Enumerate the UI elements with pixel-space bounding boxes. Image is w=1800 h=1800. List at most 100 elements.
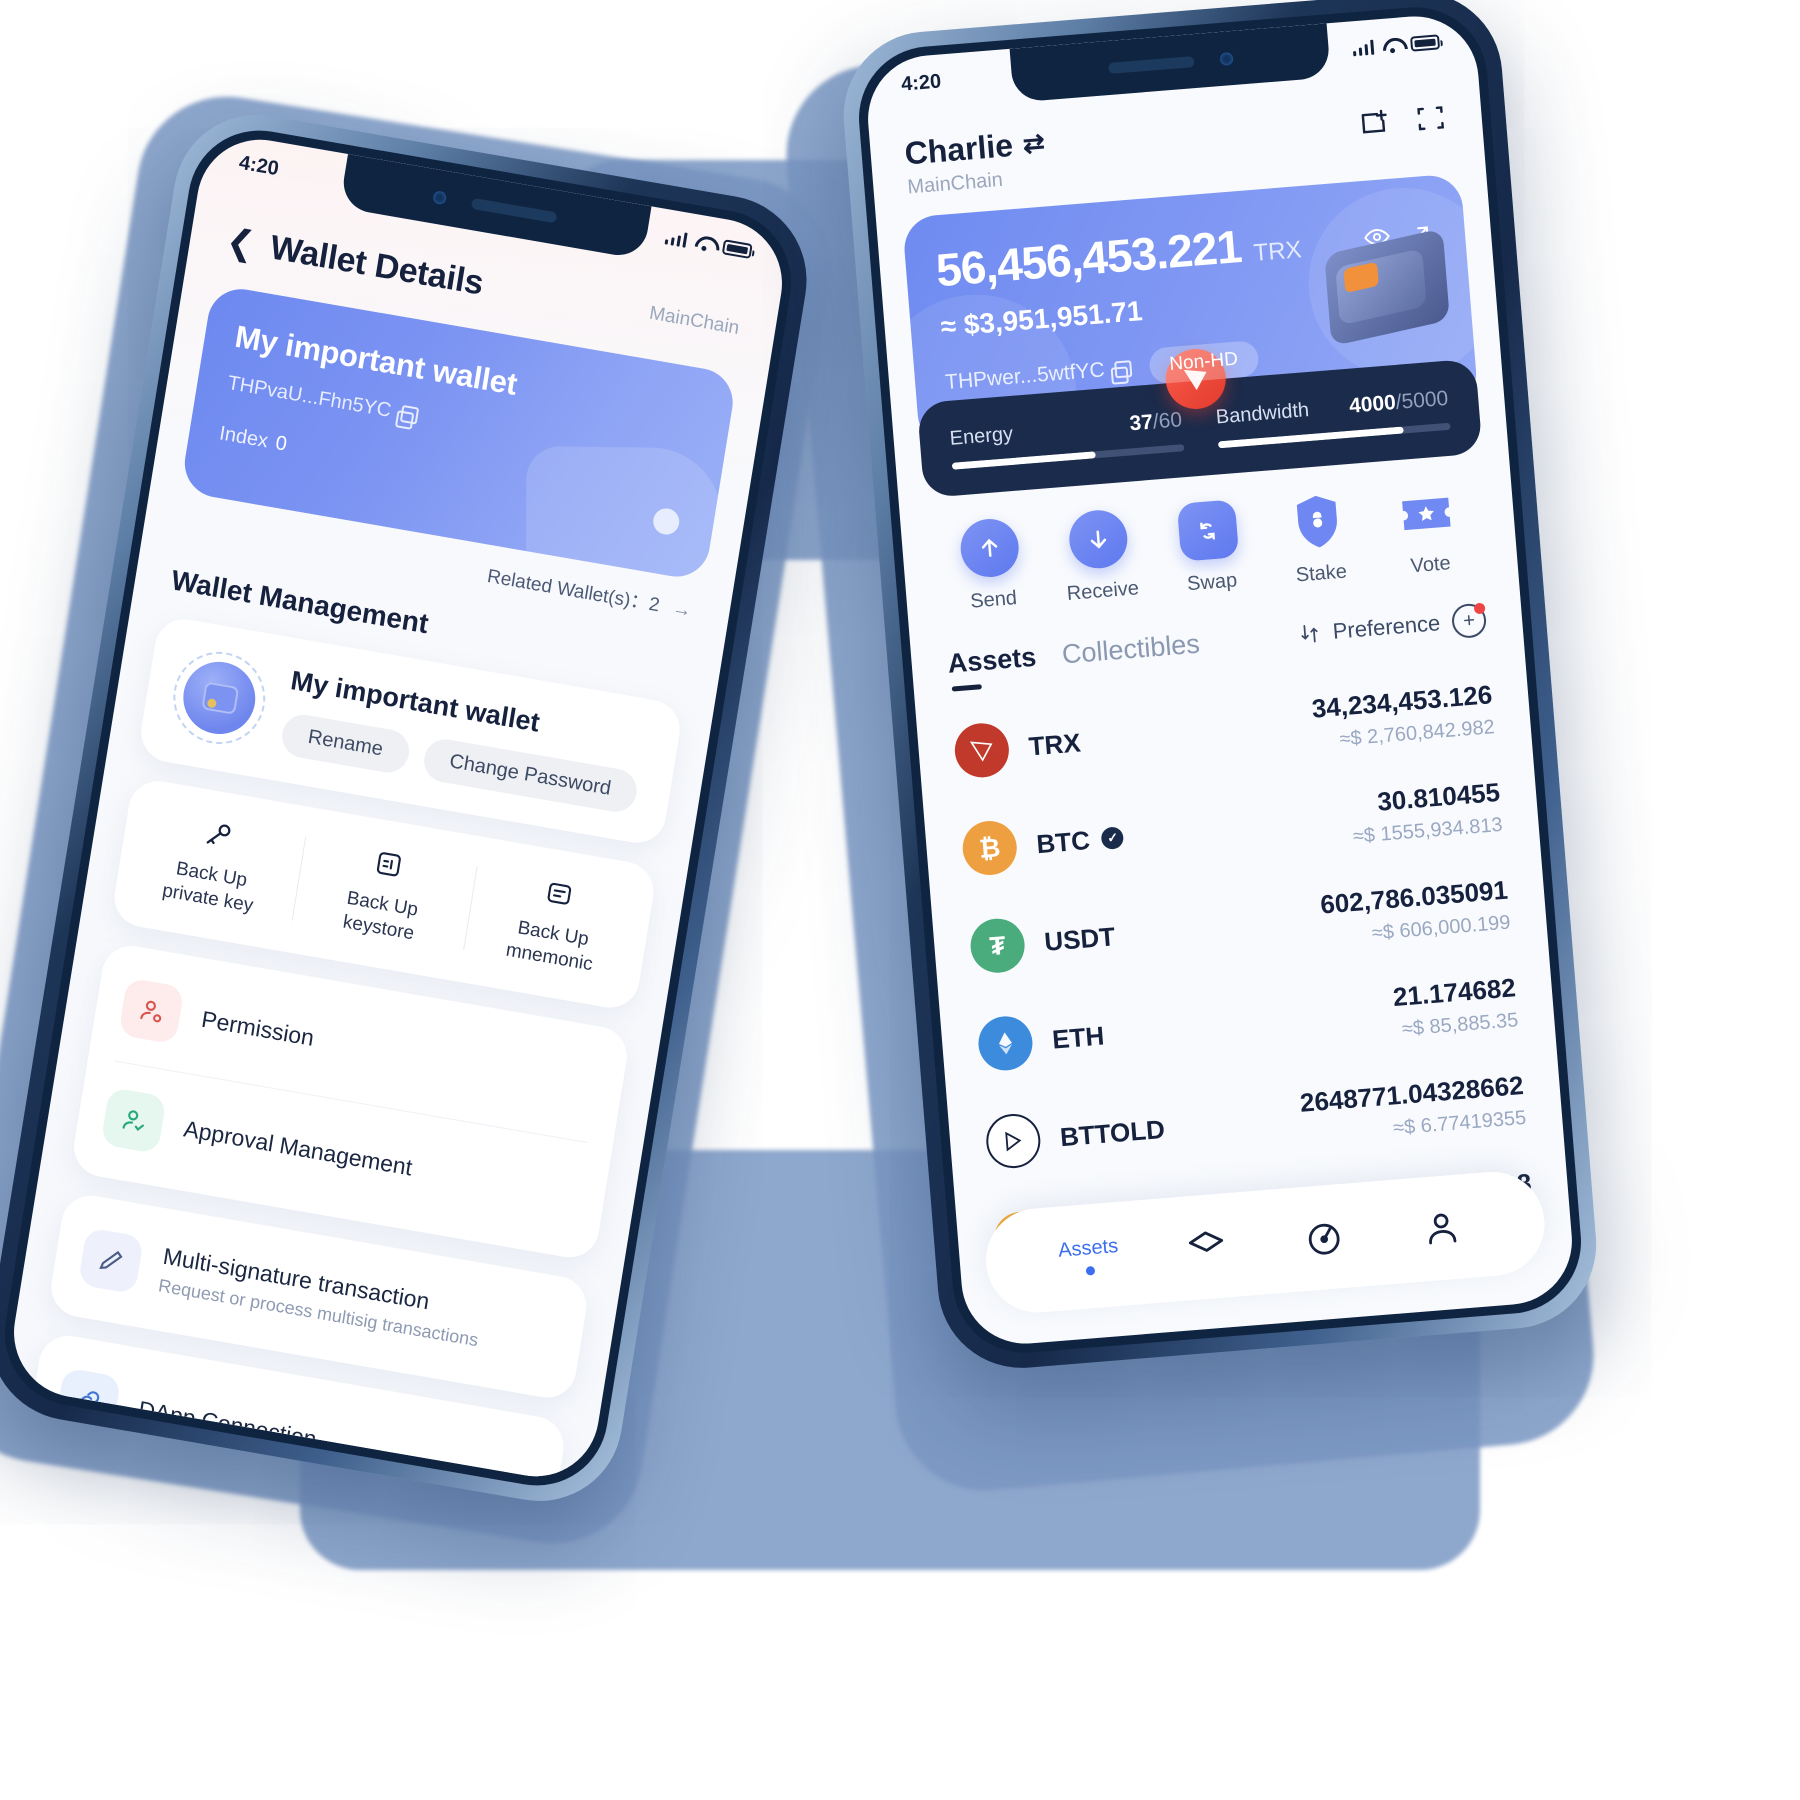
hero-decoration-shape <box>525 445 723 582</box>
front-camera-icon <box>432 189 448 205</box>
wallet-address: THPwer...5wtfYC <box>944 358 1106 395</box>
action-swap[interactable]: Swap <box>1151 497 1268 598</box>
battery-icon <box>1409 33 1441 52</box>
asset-symbol: ETH <box>1051 1019 1106 1055</box>
asset-values: 602,786.035091 ≈$ 606,000.199 <box>1319 875 1511 950</box>
copy-icon[interactable] <box>1113 359 1133 378</box>
swap-arrows-icon <box>1176 499 1240 562</box>
hero-address: THPvaU...Fhn5YC <box>226 371 393 422</box>
header-icons <box>1356 92 1449 141</box>
page-title: Wallet Details <box>267 228 487 303</box>
action-send-label: Send <box>969 587 1018 613</box>
account-switch-icon[interactable]: ⇄ <box>1022 127 1046 160</box>
asset-symbol: USDT <box>1043 920 1117 957</box>
wifi-icon <box>1382 37 1402 52</box>
back-chevron-icon[interactable]: ❮ <box>224 221 258 263</box>
asset-usd: ≈$ 85,885.35 <box>1401 1009 1520 1041</box>
asset-values: 21.174682 ≈$ 85,885.35 <box>1392 972 1519 1042</box>
bandwidth-label: Bandwidth <box>1215 399 1310 429</box>
tab-profile-nav[interactable] <box>1381 1202 1502 1253</box>
account-name-row[interactable]: Charlie ⇄ <box>903 124 1046 172</box>
pencil-sign-icon <box>77 1226 145 1294</box>
verified-check-icon: ✓ <box>1100 826 1125 850</box>
related-wallets-label: Related Wallet(s)：2 <box>485 565 662 617</box>
add-wallet-icon[interactable] <box>1357 104 1394 141</box>
assets-dot-icon <box>1085 1265 1095 1276</box>
asset-values: 30.810455 ≈$ 1555,934.813 <box>1349 777 1503 849</box>
screen-wallet-home: 4:20 Charlie ⇄ MainChain 56,456,453.221 … <box>863 11 1577 1349</box>
copy-icon[interactable] <box>399 404 419 425</box>
status-icons-left <box>664 229 753 259</box>
arrow-down-icon <box>1067 508 1130 571</box>
asset-values: 2648771.04328662 ≈$ 6.77419355 <box>1299 1070 1527 1148</box>
action-vote-label: Vote <box>1409 552 1452 578</box>
add-token-icon[interactable]: + <box>1450 602 1488 640</box>
backup-keystore-button[interactable]: Back Up keystore <box>291 831 477 956</box>
tab-explore-nav[interactable] <box>1264 1212 1385 1263</box>
phone-wallet-home: 4:20 Charlie ⇄ MainChain 56,456,453.221 … <box>837 0 1603 1375</box>
earpiece-speaker <box>471 197 558 223</box>
action-send[interactable]: Send <box>933 515 1050 616</box>
status-icons-right <box>1352 33 1441 56</box>
tab-assets[interactable]: Assets <box>947 642 1038 680</box>
index-value: 0 <box>273 432 289 456</box>
tab-collectibles[interactable]: Collectibles <box>1061 629 1201 671</box>
bandwidth-used: 4000 <box>1348 391 1397 418</box>
action-receive-label: Receive <box>1065 577 1140 605</box>
backup-mnemonic-button[interactable]: Back Up mnemonic <box>462 860 648 985</box>
balance-amount: 56,456,453.221 <box>934 219 1244 297</box>
rename-button[interactable]: Rename <box>279 711 412 776</box>
battery-icon <box>721 238 753 259</box>
resource-bandwidth[interactable]: Bandwidth 4000/5000 <box>1215 387 1451 449</box>
action-swap-label: Swap <box>1186 569 1238 596</box>
chain-label[interactable]: MainChain <box>648 302 741 339</box>
asset-symbol: TRX <box>1027 726 1082 762</box>
energy-total: 60 <box>1157 408 1183 434</box>
action-stake[interactable]: Stake <box>1260 488 1377 589</box>
cellular-bars-icon <box>1352 39 1375 56</box>
asset-symbol: BTTOLD <box>1058 1113 1166 1152</box>
wifi-icon <box>694 234 715 251</box>
asset-amount: 21.174682 <box>1391 972 1517 1013</box>
tab-assets-nav[interactable]: Assets <box>1028 1233 1149 1280</box>
tab-layers-nav[interactable] <box>1146 1221 1267 1272</box>
bandwidth-value: 4000/5000 <box>1348 386 1450 418</box>
layers-icon <box>1188 1231 1224 1252</box>
action-stake-label: Stake <box>1294 560 1348 587</box>
arrow-up-icon <box>958 516 1021 580</box>
scan-qr-icon[interactable] <box>1412 100 1449 137</box>
avatar-coin-dot <box>206 698 218 709</box>
wallet-identity-info: My important wallet Rename Change Passwo… <box>279 665 654 816</box>
backup-private-key-button[interactable]: Back Up private key <box>120 801 306 926</box>
tether-icon: ₮ <box>968 916 1027 975</box>
index-label: Index <box>217 422 270 453</box>
resource-energy[interactable]: Energy 37/60 <box>949 408 1185 470</box>
bandwidth-track <box>1217 422 1451 449</box>
tron-logo-icon <box>952 721 1011 780</box>
cellular-bars-icon <box>664 229 688 248</box>
wallet-avatar-icon <box>166 644 272 752</box>
status-time: 4:20 <box>237 151 281 180</box>
asset-usd: ≈$ 1555,934.813 <box>1352 813 1504 848</box>
sort-arrows-icon <box>1301 624 1318 643</box>
explore-compass-icon <box>1308 1223 1340 1255</box>
chevron-right-icon: → <box>670 597 693 622</box>
tab-assets-label: Assets <box>1057 1235 1119 1262</box>
status-time: 4:20 <box>900 69 942 96</box>
shield-lock-icon <box>1286 490 1348 552</box>
bittorrent-icon <box>984 1111 1043 1171</box>
wallet-3d-icon <box>1324 228 1451 347</box>
energy-fill <box>951 451 1097 470</box>
energy-label: Energy <box>948 422 1014 450</box>
asset-symbol: BTC <box>1035 824 1092 859</box>
account-block[interactable]: Charlie ⇄ MainChain <box>903 124 1048 199</box>
profile-person-icon <box>1429 1213 1457 1245</box>
approval-user-check-icon <box>100 1086 167 1154</box>
wallet-home-content: Charlie ⇄ MainChain 56,456,453.221 TRX ≈… <box>863 12 1577 1349</box>
action-vote[interactable]: Vote <box>1369 480 1486 581</box>
action-receive[interactable]: Receive <box>1042 506 1159 607</box>
asset-symbol-row: BTC ✓ <box>1035 822 1125 860</box>
screenshot-stage: 4:20 ❮ Wallet Details MainChain My impor… <box>0 0 1800 1800</box>
preference-label: Preference <box>1331 610 1442 644</box>
preference-control[interactable]: Preference + <box>1298 602 1488 652</box>
